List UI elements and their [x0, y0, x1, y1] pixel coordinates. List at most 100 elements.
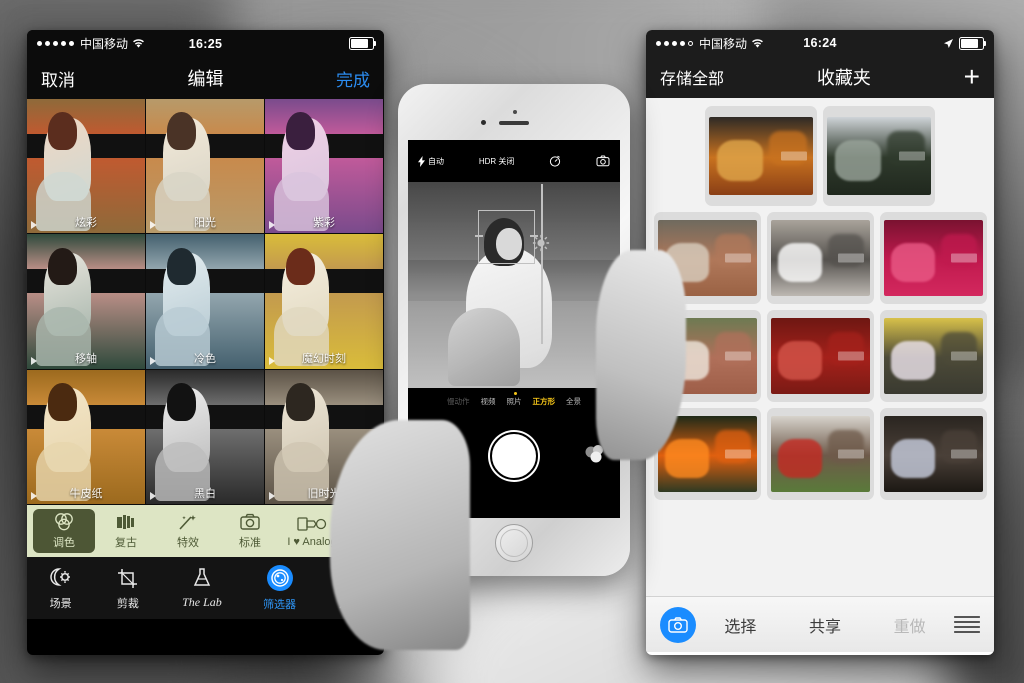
bride-street-photo[interactable] [770, 220, 870, 296]
photo-card[interactable] [879, 212, 987, 304]
right-nav-bar: 存储全部 收藏夹 + [646, 56, 994, 98]
filter-preview-image [146, 99, 264, 234]
filter-label: 移轴 [75, 352, 97, 365]
left-nav-bar: 取消 编辑 完成 [27, 57, 384, 99]
right-phone-screen: 中国移动 16:24 存储全部 收藏夹 + 选择 共享 重做 [646, 30, 994, 655]
signal-dots-icon [37, 41, 74, 46]
home-button[interactable] [495, 524, 533, 562]
camera-mode-option[interactable]: 正方形 [533, 396, 556, 407]
filter-cell[interactable]: 牛皮纸 [27, 369, 146, 505]
filter-preview-image [146, 369, 264, 504]
garden-tree-photo[interactable] [770, 416, 870, 492]
filter-category-camera[interactable]: 标准 [219, 509, 281, 553]
photo-card[interactable] [766, 212, 874, 304]
hdr-label[interactable]: HDR 关闭 [479, 156, 515, 167]
shutter-button[interactable] [490, 432, 538, 480]
wifi-icon [133, 39, 144, 48]
filter-cell[interactable]: 阳光 [146, 99, 265, 235]
camera-mode-option[interactable]: 照片 [507, 396, 522, 407]
earpiece-speaker [499, 121, 529, 125]
dark-corridor-photo[interactable] [883, 416, 983, 492]
filter-label: 黑白 [194, 487, 216, 500]
pink-leaves-photo[interactable] [883, 220, 983, 296]
red-door-photo[interactable] [770, 318, 870, 394]
carrier-label: 中国移动 [699, 36, 748, 51]
watermark [950, 351, 977, 361]
camera-mode-option[interactable]: 视频 [481, 396, 496, 407]
filter-cell[interactable]: 黑白 [146, 369, 265, 505]
watermark [837, 253, 864, 263]
tab-crop[interactable]: 剪裁 [115, 566, 141, 611]
filter-cell[interactable]: 炫彩 [27, 99, 146, 235]
photo-card[interactable] [879, 408, 987, 500]
camera-mode-selector[interactable]: 慢动作 视频 照片 正方形 全景 [408, 388, 620, 407]
sun-exposure-icon[interactable] [532, 234, 550, 252]
filter-cell[interactable]: 移轴 [27, 234, 146, 370]
filter-category-color-circles[interactable]: 调色 [33, 509, 95, 553]
camera-button[interactable] [660, 606, 696, 643]
signal-dots-icon [656, 40, 693, 46]
filter-cell[interactable]: 魔幻时刻 [265, 234, 384, 370]
camera-icon [668, 616, 688, 633]
photo-card[interactable] [766, 408, 874, 500]
page-title: 收藏夹 [816, 68, 871, 88]
watermark [837, 351, 864, 361]
tab-flask[interactable]: The Lab [182, 566, 222, 610]
save-all-button[interactable]: 存储全部 [660, 65, 724, 89]
corridor-wood-photo[interactable] [709, 117, 813, 195]
phone-top-bezel [398, 84, 630, 144]
watermark [837, 449, 864, 459]
photo-card[interactable] [766, 310, 874, 402]
category-label: 调色 [53, 537, 75, 549]
camera-mode-option[interactable]: 全景 [566, 396, 581, 407]
magic-wand-icon [177, 512, 199, 532]
watermark [724, 253, 751, 263]
filter-cell[interactable]: 紫彩 [265, 99, 384, 235]
filter-cell[interactable]: 冷色 [146, 234, 265, 370]
filter-lens-icon [266, 564, 293, 591]
battery-icon [959, 36, 987, 50]
exposure-slider-track[interactable] [541, 184, 543, 344]
cancel-button[interactable]: 取消 [41, 66, 75, 91]
tab-label: 筛选器 [263, 598, 297, 611]
photo-card[interactable] [823, 106, 935, 206]
share-button[interactable]: 共享 [785, 613, 866, 637]
done-button[interactable]: 完成 [336, 66, 370, 91]
carrier-label: 中国移动 [80, 37, 129, 51]
watermark [724, 351, 751, 361]
camera-mode-option[interactable]: 慢动作 [447, 396, 470, 407]
hand-right [596, 250, 686, 460]
tab-scene-moon-sun[interactable]: 场景 [48, 566, 74, 611]
flash-label[interactable]: 自动 [428, 156, 444, 167]
filter-label: 牛皮纸 [69, 487, 103, 500]
watermark [950, 253, 977, 263]
add-button[interactable]: + [964, 63, 980, 91]
filter-label: 阳光 [194, 217, 216, 230]
filter-preview-image [146, 234, 264, 369]
battery-icon [349, 37, 377, 50]
camera-switch-icon[interactable] [596, 155, 610, 167]
filter-preview-image [27, 234, 145, 369]
filter-category-magic-wand[interactable]: 特效 [157, 509, 219, 553]
photo-card[interactable] [705, 106, 817, 206]
hand-left [330, 420, 470, 650]
gallery-row [652, 212, 988, 304]
right-toolbar: 选择 共享 重做 [646, 596, 994, 652]
camera-viewfinder[interactable] [408, 182, 620, 388]
watermark [950, 449, 977, 459]
filter-label: 冷色 [194, 352, 216, 365]
white-flowers-photo[interactable] [883, 318, 983, 394]
select-button[interactable]: 选择 [700, 613, 781, 637]
color-circles-icon [53, 512, 75, 532]
list-menu-icon[interactable] [954, 615, 981, 634]
tab-filter-lens[interactable]: 筛选器 [263, 564, 297, 612]
redo-button[interactable]: 重做 [869, 613, 950, 637]
timer-icon[interactable] [549, 155, 561, 167]
flash-bolt-icon[interactable] [418, 155, 425, 167]
photo-card[interactable] [879, 310, 987, 402]
tab-label: The Lab [182, 595, 222, 609]
filter-category-retro-film[interactable]: 复古 [95, 509, 157, 553]
trees-sky-photo[interactable] [827, 117, 931, 195]
camera-icon [239, 512, 261, 532]
category-label: 复古 [115, 537, 137, 549]
